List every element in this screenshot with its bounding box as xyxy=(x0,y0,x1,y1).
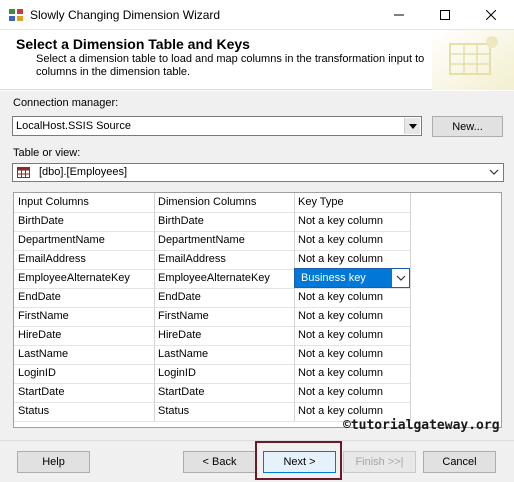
column-header[interactable]: Dimension Columns xyxy=(154,193,294,212)
key-type-cell[interactable]: Not a key column xyxy=(294,212,410,231)
page-title: Select a Dimension Table and Keys xyxy=(16,36,250,52)
connection-dropdown-button[interactable] xyxy=(404,118,420,134)
input-column-cell: LastName xyxy=(18,348,69,360)
input-column-cell: EndDate xyxy=(18,291,61,303)
dimension-column-cell: EndDate xyxy=(158,291,201,303)
input-column-cell: StartDate xyxy=(18,386,65,398)
dimension-column-cell: HireDate xyxy=(158,329,202,341)
input-column-cell: Status xyxy=(18,405,50,417)
key-type-cell[interactable]: Not a key column xyxy=(294,307,410,326)
table-icon xyxy=(17,167,30,178)
table-or-view-select[interactable]: [dbo].[Employees] xyxy=(12,163,504,182)
new-connection-button[interactable]: New... xyxy=(432,116,503,137)
dimension-column-cell: EmployeeAlternateKey xyxy=(158,272,270,284)
input-column-cell: EmployeeAlternateKey xyxy=(18,272,130,284)
column-divider xyxy=(154,193,155,421)
key-type-cell[interactable]: Not a key column xyxy=(294,364,410,383)
watermark: ©tutorialgateway.org xyxy=(343,418,500,433)
column-divider xyxy=(410,193,411,421)
key-type-select-value: Business key xyxy=(301,272,366,284)
dimension-column-cell: DepartmentName xyxy=(158,234,245,246)
key-type-cell[interactable]: Not a key column xyxy=(294,288,410,307)
connection-manager-label: Connection manager: xyxy=(13,97,119,109)
chevron-down-icon[interactable] xyxy=(489,167,499,177)
key-type-cell[interactable]: Not a key column xyxy=(294,231,410,250)
maximize-button[interactable] xyxy=(422,0,468,30)
help-button[interactable]: Help xyxy=(17,451,90,473)
dimension-column-cell: BirthDate xyxy=(158,215,204,227)
column-header[interactable]: Input Columns xyxy=(14,193,154,212)
wizard-header: Select a Dimension Table and Keys Select… xyxy=(0,30,514,90)
column-header[interactable]: Key Type xyxy=(294,193,410,212)
dimension-column-cell: EmailAddress xyxy=(158,253,226,265)
cancel-button[interactable]: Cancel xyxy=(423,451,496,473)
maximize-icon xyxy=(440,10,450,20)
minimize-icon xyxy=(394,14,404,16)
input-column-cell: BirthDate xyxy=(18,215,64,227)
finish-button[interactable]: Finish >>| xyxy=(343,451,416,473)
page-description: Select a dimension table to load and map… xyxy=(36,53,425,78)
header-banner-image xyxy=(432,30,514,90)
input-column-cell: DepartmentName xyxy=(18,234,105,246)
column-divider xyxy=(294,193,295,421)
back-button[interactable]: < Back xyxy=(183,451,256,473)
key-type-cell[interactable]: Not a key column xyxy=(294,345,410,364)
dropdown-arrow-icon xyxy=(408,123,417,129)
dimension-column-cell: Status xyxy=(158,405,190,417)
key-type-cell[interactable]: Not a key column xyxy=(294,326,410,345)
close-icon xyxy=(486,10,496,20)
input-column-cell: EmailAddress xyxy=(18,253,86,265)
column-mapping-grid[interactable]: Input Columns Dimension Columns Key Type Bi… xyxy=(13,192,502,428)
key-type-cell[interactable]: Not a key column xyxy=(294,383,410,402)
input-column-cell: LoginID xyxy=(18,367,56,379)
connection-manager-value: LocalHost.SSIS Source xyxy=(16,120,131,132)
chevron-down-icon xyxy=(396,275,405,281)
dimension-column-cell: FirstName xyxy=(158,310,209,322)
key-type-cell[interactable]: Not a key column xyxy=(294,250,410,269)
connection-manager-select[interactable]: LocalHost.SSIS Source xyxy=(12,116,422,136)
table-or-view-label: Table or view: xyxy=(13,147,81,159)
key-type-select[interactable]: Business key xyxy=(294,268,410,288)
minimize-button[interactable] xyxy=(376,0,422,30)
close-button[interactable] xyxy=(468,0,514,30)
key-type-dropdown-button[interactable] xyxy=(392,269,409,287)
dimension-column-cell: LastName xyxy=(158,348,209,360)
dimension-column-cell: StartDate xyxy=(158,386,205,398)
next-button[interactable]: Next > xyxy=(263,451,336,473)
wizard-app-icon xyxy=(8,7,24,23)
input-column-cell: FirstName xyxy=(18,310,69,322)
window-title: Slowly Changing Dimension Wizard xyxy=(30,8,221,22)
dimension-column-cell: LoginID xyxy=(158,367,196,379)
table-or-view-value: [dbo].[Employees] xyxy=(39,166,128,178)
input-column-cell: HireDate xyxy=(18,329,62,341)
